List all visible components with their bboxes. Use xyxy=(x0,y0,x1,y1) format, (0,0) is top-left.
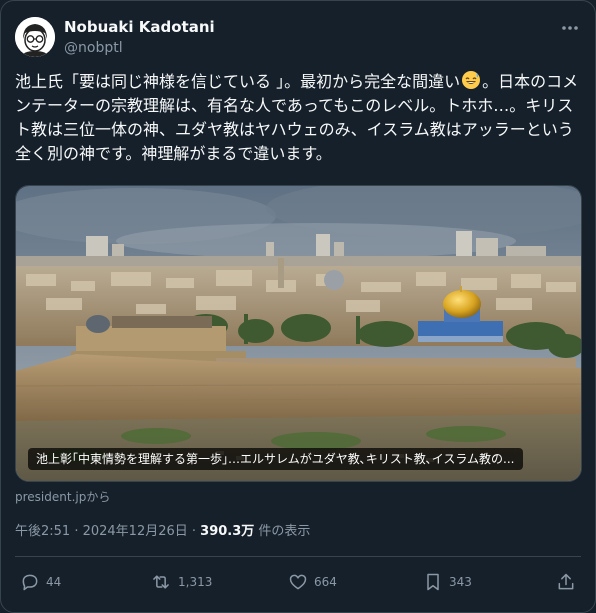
tweet-text-part1: 池上氏「要は同じ神様を信じている 」。最初から完全な間違い xyxy=(15,72,461,91)
author-handle[interactable]: @nobptl xyxy=(64,40,123,56)
bookmark-count: 343 xyxy=(449,575,472,589)
bookmark-icon xyxy=(427,573,439,591)
more-options-icon[interactable] xyxy=(556,18,584,38)
repost-count: 1,313 xyxy=(178,575,213,589)
like-count: 664 xyxy=(314,575,337,589)
tweet-meta: 午後2:51 · 2024年12月26日 · 390.3万 件の表示 xyxy=(15,520,310,539)
reply-icon xyxy=(22,574,38,591)
bookmark-button[interactable]: 343 xyxy=(423,570,472,594)
jerusalem-old-city-photo xyxy=(16,186,581,481)
face-illustration-icon xyxy=(15,17,55,57)
reply-button[interactable]: 44 xyxy=(20,570,61,594)
avatar[interactable] xyxy=(15,17,55,57)
tweet-timestamp[interactable]: 午後2:51 · 2024年12月26日 · xyxy=(15,524,200,539)
heart-icon xyxy=(289,574,307,590)
repost-button[interactable]: 1,313 xyxy=(150,570,212,594)
link-card-image[interactable] xyxy=(15,185,582,482)
view-label: 件の表示 xyxy=(254,524,311,539)
like-button[interactable]: 664 xyxy=(288,570,337,594)
repost-icon xyxy=(153,575,169,589)
share-icon xyxy=(558,573,574,590)
view-count: 390.3万 xyxy=(200,524,255,539)
share-button[interactable] xyxy=(556,570,576,594)
tweet-text: 池上氏「要は同じ神様を信じている 」。最初から完全な間違い 。日本のコメンテーター… xyxy=(15,70,581,166)
grinning-sweat-emoji-icon xyxy=(461,70,481,90)
link-card-caption[interactable]: 池上彰｢中東情勢を理解する第一歩｣…エルサレムがユダヤ教､キリスト教､イスラム教… xyxy=(28,448,523,470)
divider xyxy=(15,556,581,557)
author-name[interactable]: Nobuaki Kadotani xyxy=(64,18,215,36)
link-source[interactable]: president.jpから xyxy=(15,488,110,505)
reply-count: 44 xyxy=(46,575,62,589)
